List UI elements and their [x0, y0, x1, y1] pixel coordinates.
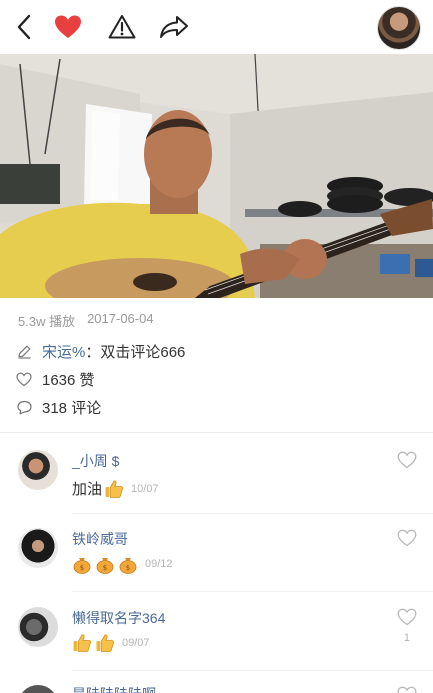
- comment-divider: [72, 670, 433, 671]
- comment-author[interactable]: 懒得取名字364: [72, 608, 165, 628]
- svg-text:$: $: [80, 564, 84, 572]
- author-avatar[interactable]: [377, 6, 421, 50]
- like-button[interactable]: [50, 9, 86, 45]
- warning-icon: [108, 15, 136, 39]
- heart-outline-icon[interactable]: [397, 686, 417, 693]
- chevron-left-icon: [17, 14, 31, 40]
- heart-outline-icon: [16, 372, 32, 388]
- comment-item[interactable]: 懒得取名字364 09/07 1: [0, 605, 433, 671]
- comment-date: 10/07: [131, 482, 159, 495]
- comment-body: 09/07: [72, 633, 150, 653]
- share-arrow-icon: [160, 16, 188, 38]
- comment-author[interactable]: _小周 $: [72, 451, 119, 471]
- svg-text:$: $: [103, 564, 107, 572]
- caption-author[interactable]: 宋运%: [42, 341, 85, 362]
- likes-count: 1636 赞: [42, 372, 95, 389]
- section-divider: [0, 432, 433, 433]
- avatar[interactable]: [18, 450, 58, 490]
- play-count: 5.3w 播放: [18, 314, 76, 329]
- avatar[interactable]: [18, 607, 58, 647]
- comment-date: 09/12: [145, 558, 173, 570]
- video-frame: [0, 54, 433, 298]
- comment-like-count: 1: [403, 632, 410, 644]
- moneybag-emoji: $: [73, 558, 91, 574]
- avatar[interactable]: [18, 685, 58, 693]
- caption-separator: ：: [85, 344, 101, 361]
- thumbs-up-emoji: [105, 479, 124, 498]
- heart-outline-icon[interactable]: [397, 451, 417, 469]
- comment-date: 09/07: [122, 637, 150, 649]
- back-button[interactable]: [6, 9, 42, 45]
- publish-date: 2017-06-04: [87, 311, 154, 326]
- report-button[interactable]: [104, 9, 140, 45]
- thumbs-up-emoji: [73, 634, 92, 652]
- heart-filled-icon: [55, 15, 81, 38]
- comment-bubble-icon: [16, 400, 32, 416]
- thumbs-up-emoji: [96, 634, 115, 652]
- comment-item[interactable]: _小周 $ 加油 10/07: [0, 448, 433, 514]
- moneybag-emoji: $: [119, 558, 137, 574]
- comment-body: 加油 10/07: [72, 478, 159, 499]
- heart-outline-icon[interactable]: [397, 608, 417, 626]
- comment-item[interactable]: 铁岭威哥 $ $ $ 09/12: [0, 526, 433, 592]
- comment-divider: [72, 591, 433, 592]
- comment-author[interactable]: 是陆陆陆陆啊: [72, 684, 156, 693]
- caption-text: 双击评论666: [100, 344, 186, 361]
- comment-text: 加油: [72, 481, 103, 498]
- pencil-icon: [16, 344, 32, 360]
- heart-outline-icon[interactable]: [397, 529, 417, 547]
- moneybag-emoji: $: [96, 558, 114, 574]
- caption-row: 宋运% ： 双击评论666: [16, 341, 185, 362]
- comments-count: 318 评论: [42, 400, 102, 417]
- comment-divider: [72, 513, 433, 514]
- avatar[interactable]: [18, 528, 58, 568]
- svg-text:$: $: [126, 564, 130, 572]
- share-button[interactable]: [156, 9, 192, 45]
- video-meta: 5.3w 播放 2017-06-04: [18, 311, 154, 330]
- likes-row[interactable]: 1636 赞: [16, 369, 95, 390]
- top-bar: [0, 0, 433, 54]
- video-player[interactable]: [0, 54, 433, 298]
- comment-item[interactable]: 是陆陆陆陆啊: [0, 683, 433, 693]
- comment-author[interactable]: 铁岭威哥: [72, 529, 128, 549]
- comments-row[interactable]: 318 评论: [16, 397, 101, 418]
- comment-body: $ $ $ 09/12: [72, 554, 173, 574]
